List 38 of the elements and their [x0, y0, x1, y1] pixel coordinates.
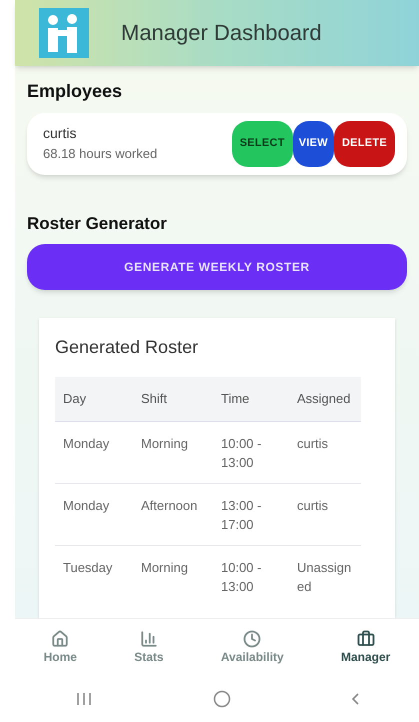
nav-tab[interactable]: Manager	[340, 630, 390, 666]
table-cell-text: 10:00 - 13:00	[220, 558, 262, 596]
logo-icon	[39, 8, 89, 58]
hours-worked: 68.18 hours worked	[43, 145, 158, 164]
employee-name: curtis	[43, 124, 78, 144]
table-cell: Monday	[55, 422, 133, 484]
column-header: Time	[213, 377, 289, 422]
table-cell: Morning	[133, 422, 213, 484]
card-title: Generated Roster	[55, 336, 200, 359]
table-cell: Monday	[55, 484, 133, 546]
table-cell-text: Unassigned	[296, 558, 352, 596]
select-button[interactable]: SELECT	[232, 120, 293, 166]
column-header: Shift	[133, 377, 213, 422]
back-icon	[352, 693, 358, 705]
nav-tab[interactable]: Availability	[220, 630, 284, 666]
delete-button[interactable]: DELETE	[334, 120, 395, 166]
view-button[interactable]: VIEW	[292, 120, 334, 166]
table-cell: curtis	[289, 484, 361, 546]
stats-icon	[140, 630, 158, 648]
nav-tab[interactable]: Stats	[134, 630, 164, 666]
table-cell-text: Tuesday	[62, 558, 114, 577]
generate-roster-button[interactable]: GENERATE WEEKLY ROSTER	[27, 244, 407, 290]
availability-icon	[243, 630, 262, 648]
table-cell: curtis	[289, 422, 361, 484]
manager-icon	[356, 630, 375, 648]
nav-tab[interactable]: Home	[44, 630, 77, 666]
table-cell: Afternoon	[133, 484, 213, 546]
home-indicator-icon	[212, 690, 230, 708]
section-title: Roster Generator	[27, 212, 168, 234]
table-cell-text: Morning	[140, 558, 189, 577]
column-header: Assigned	[289, 377, 361, 422]
table-cell: 13:00 - 17:00	[213, 484, 289, 546]
header-title: Manager Dashboard	[121, 19, 322, 48]
column-header: Day	[55, 377, 133, 422]
section-title: Employees	[27, 80, 124, 103]
table-cell: 10:00 - 13:00	[213, 422, 289, 484]
recent-apps-icon	[76, 692, 92, 706]
home-icon	[51, 630, 70, 648]
